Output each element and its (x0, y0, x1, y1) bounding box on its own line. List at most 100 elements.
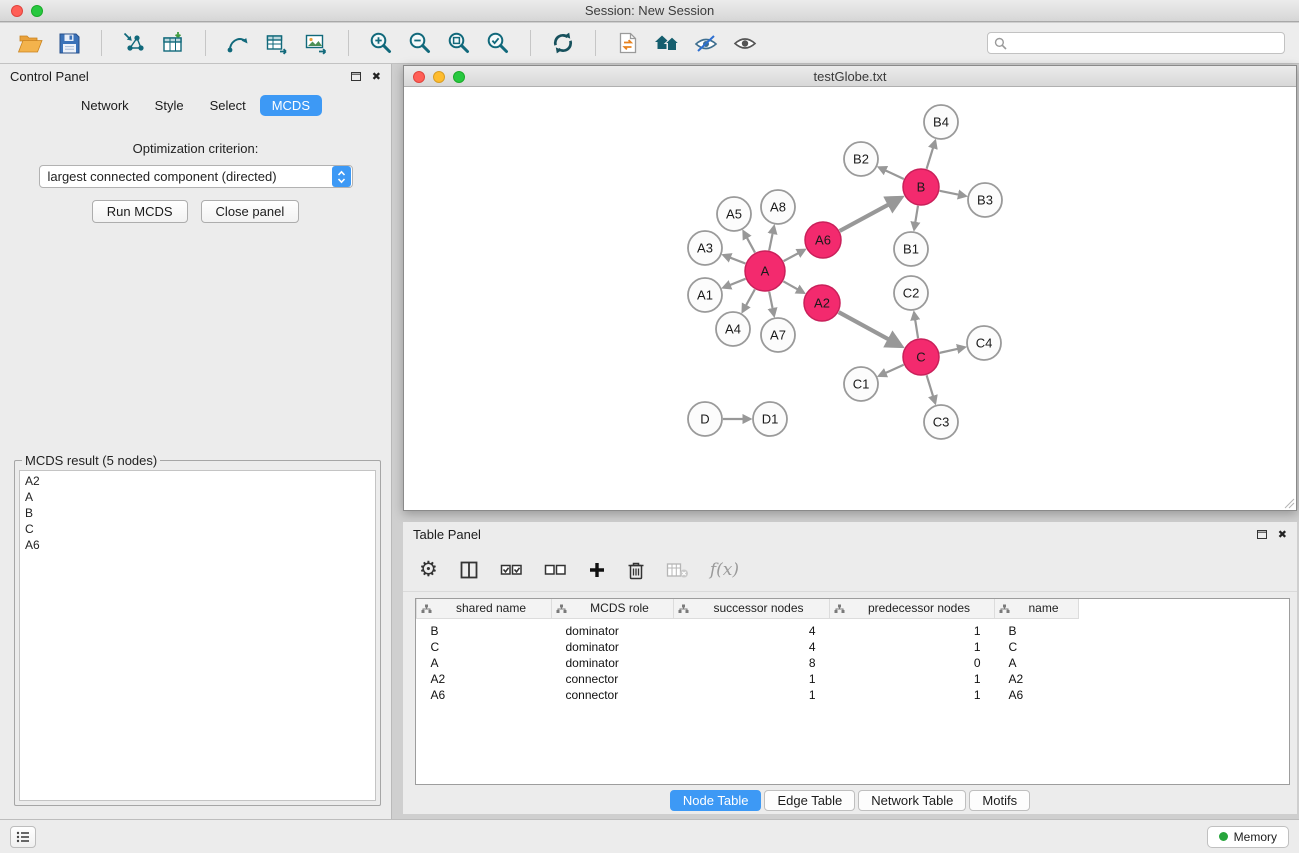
graph-edge-B-B1[interactable] (915, 206, 918, 225)
graph-edge-C-C3[interactable] (927, 375, 934, 398)
table-row[interactable]: Adominator80A (417, 655, 1290, 671)
column-header[interactable]: name (995, 599, 1079, 618)
show-panels-button[interactable] (10, 826, 36, 848)
column-header[interactable]: MCDS role (552, 599, 674, 618)
import-network-from-table-button[interactable] (261, 27, 293, 59)
zoom-out-button[interactable] (404, 27, 436, 59)
graph-node-B[interactable]: B (903, 169, 939, 205)
close-window-button[interactable] (11, 5, 23, 17)
graph-edge-B-B4[interactable] (927, 146, 934, 169)
optimization-dropdown[interactable]: largest connected component (directed) (39, 165, 353, 188)
new-network-from-selection-button[interactable] (118, 27, 150, 59)
close-table-panel-icon[interactable]: ✖ (1278, 529, 1287, 540)
graph-node-A2[interactable]: A2 (804, 285, 840, 321)
table-settings-gear-icon[interactable]: ⚙ (419, 559, 438, 580)
zoom-network-window-button[interactable] (453, 71, 465, 83)
zoom-selected-button[interactable] (482, 27, 514, 59)
graph-node-B1[interactable]: B1 (894, 232, 928, 266)
select-all-icon[interactable] (500, 561, 523, 579)
import-table-button[interactable] (157, 27, 189, 59)
open-network-document-button[interactable] (612, 27, 644, 59)
graph-node-C1[interactable]: C1 (844, 367, 878, 401)
tab-style[interactable]: Style (143, 95, 196, 116)
mcds-result-item[interactable]: A6 (25, 537, 370, 553)
zoom-fit-button[interactable] (443, 27, 475, 59)
graph-edge-A-A6[interactable] (784, 252, 801, 261)
graph-node-A6[interactable]: A6 (805, 222, 841, 258)
graph-edge-B-B2[interactable] (884, 170, 904, 179)
tab-select[interactable]: Select (198, 95, 258, 116)
close-panel-button[interactable]: Close panel (201, 200, 300, 223)
graph-edge-C-C1[interactable] (884, 365, 904, 374)
memory-button[interactable]: Memory (1207, 826, 1289, 848)
graph-node-C3[interactable]: C3 (924, 405, 958, 439)
zoom-window-button[interactable] (31, 5, 43, 17)
first-neighbors-button[interactable] (222, 27, 254, 59)
graph-edge-A-A3[interactable] (728, 257, 745, 264)
tab-motifs[interactable]: Motifs (969, 790, 1030, 811)
graph-node-D[interactable]: D (688, 402, 722, 436)
graph-edge-A-A5[interactable] (746, 236, 755, 253)
float-panel-icon[interactable] (351, 72, 361, 81)
graph-node-A5[interactable]: A5 (717, 197, 751, 231)
graph-node-C[interactable]: C (903, 339, 939, 375)
table-row[interactable]: Cdominator41C (417, 639, 1290, 655)
tab-node-table[interactable]: Node Table (670, 790, 762, 811)
zoom-in-button[interactable] (365, 27, 397, 59)
graph-edge-A-A4[interactable] (745, 289, 755, 307)
export-image-button[interactable] (300, 27, 332, 59)
tab-edge-table[interactable]: Edge Table (764, 790, 855, 811)
graph-edge-A6-B[interactable] (840, 203, 892, 231)
resize-grip-icon[interactable] (1283, 497, 1295, 509)
graph-edge-C-C4[interactable] (940, 348, 960, 352)
graph-edge-A2-C[interactable] (839, 312, 892, 341)
search-input[interactable] (1012, 36, 1278, 50)
toggle-annotations-button[interactable] (690, 27, 722, 59)
graph-edge-C-C2[interactable] (915, 318, 918, 339)
tab-network[interactable]: Network (69, 95, 141, 116)
delete-column-trash-icon[interactable] (627, 560, 645, 580)
run-mcds-button[interactable]: Run MCDS (92, 200, 188, 223)
tab-mcds[interactable]: MCDS (260, 95, 322, 116)
graph-node-D1[interactable]: D1 (753, 402, 787, 436)
refresh-network-button[interactable] (547, 27, 579, 59)
close-network-window-button[interactable] (413, 71, 425, 83)
table-row[interactable]: A2connector11A2 (417, 671, 1290, 687)
network-canvas[interactable]: AA6A2BCA5A8A3A1A4A7B2B4B3B1C2C4C1C3DD1 (404, 88, 1296, 510)
graph-node-A7[interactable]: A7 (761, 318, 795, 352)
column-header[interactable]: predecessor nodes (830, 599, 995, 618)
graph-node-B4[interactable]: B4 (924, 105, 958, 139)
column-header[interactable]: successor nodes (674, 599, 830, 618)
close-panel-icon[interactable]: ✖ (372, 71, 381, 82)
graph-node-B2[interactable]: B2 (844, 142, 878, 176)
mcds-result-item[interactable]: A (25, 489, 370, 505)
minimize-network-window-button[interactable] (433, 71, 445, 83)
open-session-button[interactable] (14, 27, 46, 59)
home-view-button[interactable] (651, 27, 683, 59)
graph-node-A1[interactable]: A1 (688, 278, 722, 312)
graph-edge-A-A2[interactable] (783, 281, 799, 290)
toggle-graphics-details-button[interactable] (729, 27, 761, 59)
tab-network-table[interactable]: Network Table (858, 790, 966, 811)
mcds-result-item[interactable]: A2 (25, 473, 370, 489)
graph-edge-A-A1[interactable] (728, 279, 745, 286)
graph-node-A8[interactable]: A8 (761, 190, 795, 224)
graph-node-A4[interactable]: A4 (716, 312, 750, 346)
graph-node-A[interactable]: A (745, 251, 785, 291)
graph-node-C2[interactable]: C2 (894, 276, 928, 310)
float-table-panel-icon[interactable] (1257, 530, 1267, 539)
add-column-icon[interactable] (588, 561, 606, 579)
graph-node-B3[interactable]: B3 (968, 183, 1002, 217)
save-session-button[interactable] (53, 27, 85, 59)
table-row[interactable]: A6connector11A6 (417, 687, 1290, 703)
graph-edge-A-A8[interactable] (769, 231, 773, 250)
mcds-result-item[interactable]: C (25, 521, 370, 537)
show-columns-icon[interactable] (459, 560, 479, 580)
column-header[interactable]: shared name (417, 599, 552, 618)
graph-node-C4[interactable]: C4 (967, 326, 1001, 360)
graph-edge-A-A7[interactable] (769, 292, 773, 311)
mcds-result-item[interactable]: B (25, 505, 370, 521)
deselect-all-icon[interactable] (544, 561, 567, 579)
graph-edge-B-B3[interactable] (940, 191, 961, 195)
table-row[interactable]: Bdominator41B (417, 623, 1290, 639)
